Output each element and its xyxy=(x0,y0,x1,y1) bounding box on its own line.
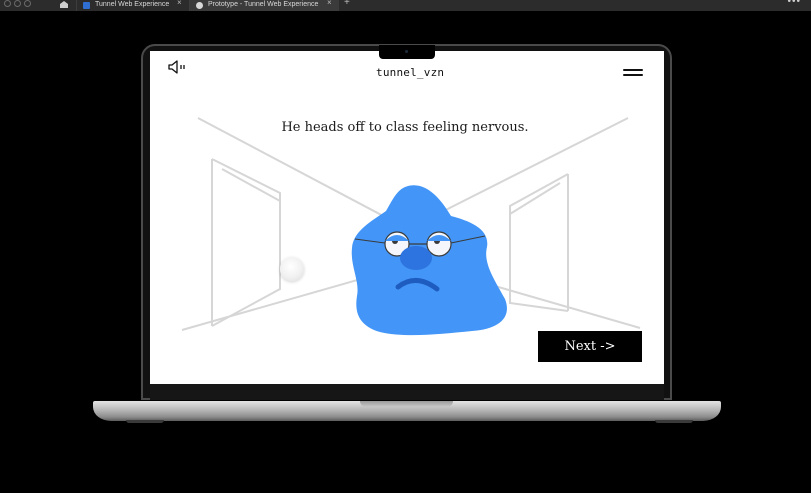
prototype-screen: tunnel_vzn He heads off to class feeling… xyxy=(150,51,664,384)
new-tab-button[interactable]: + xyxy=(344,0,350,8)
tab-prototype[interactable]: Prototype - Tunnel Web Experience × xyxy=(189,0,339,11)
browser-tab-bar: Tunnel Web Experience × Prototype - Tunn… xyxy=(0,0,811,11)
next-button[interactable]: Next -> xyxy=(538,331,642,362)
tab-title: Prototype - Tunnel Web Experience xyxy=(208,0,319,8)
cursor-indicator xyxy=(280,257,304,281)
home-icon[interactable] xyxy=(58,0,70,9)
play-icon xyxy=(196,2,203,9)
more-options-button[interactable]: ••• xyxy=(787,0,801,7)
laptop-bottom-bezel xyxy=(150,384,664,400)
laptop-foot-left xyxy=(126,420,164,423)
figma-file-icon xyxy=(83,2,90,9)
tab-title: Tunnel Web Experience xyxy=(95,0,170,8)
laptop-foot-right xyxy=(655,420,693,423)
close-icon[interactable]: × xyxy=(177,0,182,7)
hamburger-menu-icon[interactable] xyxy=(623,69,643,78)
close-icon[interactable]: × xyxy=(327,0,332,7)
site-logo[interactable]: tunnel_vzn xyxy=(376,66,444,79)
laptop-opening-notch xyxy=(360,401,453,407)
story-caption: He heads off to class feeling nervous. xyxy=(281,120,529,135)
camera-icon xyxy=(405,50,408,53)
window-zoom-dot[interactable] xyxy=(24,0,31,7)
window-minimize-dot[interactable] xyxy=(14,0,21,7)
speaker-icon[interactable] xyxy=(167,59,189,75)
tab-tunnel-web-experience[interactable]: Tunnel Web Experience × xyxy=(76,0,189,11)
window-close-dot[interactable] xyxy=(4,0,11,7)
